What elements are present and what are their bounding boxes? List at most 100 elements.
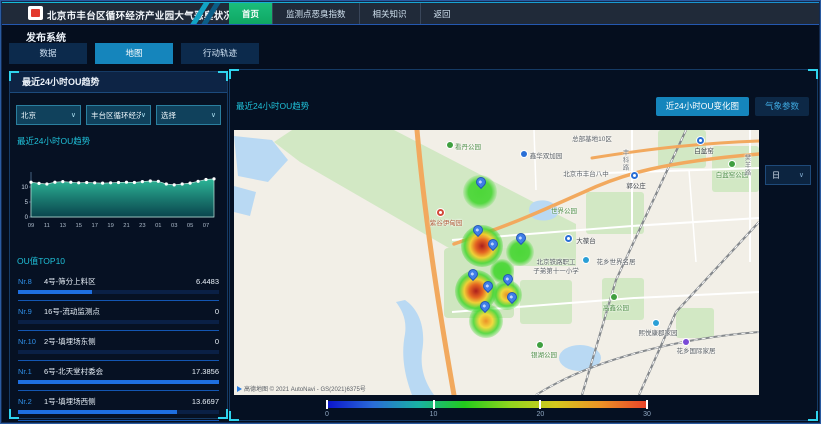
ou-value: 0 [215,307,219,316]
ou-list-item[interactable]: Nr.84号-筛分上料区6.4483 [18,271,219,301]
ou-item-row: Nr.16号-北天堂村委会17.3856 [18,366,219,377]
ou-progress-track [18,350,219,354]
ou-rank: Nr.2 [18,397,44,406]
ou-item-row: Nr.21号-填埋场西侧13.6697 [18,396,219,407]
publish-tab-map[interactable]: 地图 [95,43,173,64]
chevron-down-icon: ∨ [71,111,76,119]
scale-tick-label: 0 [325,411,329,418]
corner-accent [229,411,239,421]
amap-logo-icon [237,386,242,392]
scale-tick-label: 20 [537,411,545,418]
app-logo-icon [28,6,43,20]
ou-value: 17.3856 [192,367,219,376]
svg-text:23: 23 [139,223,145,229]
corner-accent [229,69,239,79]
ou-item-row: Nr.916号-流动监测点0 [18,306,219,317]
main-nav: 首页监测点恶臭指数相关知识返回 [229,3,464,24]
layer-select-value: 日 [772,170,799,181]
svg-text:11: 11 [44,223,50,229]
ou-change-map-button[interactable]: 近24小时OU变化图 [656,97,749,116]
ou-list-item[interactable]: Nr.916号-流动监测点0 [18,301,219,331]
ou-color-scale [327,401,647,408]
nav-tab-odor-index[interactable]: 监测点恶臭指数 [272,3,359,24]
nav-tab-knowledge[interactable]: 相关知识 [359,3,420,24]
map-base [234,130,759,395]
trend-chart: 0510091113151719212301030507 [15,169,223,233]
ou-list-item[interactable]: Nr.102号-填埋场东侧0 [18,331,219,361]
trend-chart-title: 最近24小时OU趋势 [17,135,227,147]
city-select-value: 北京 [21,110,71,121]
svg-text:05: 05 [187,223,193,229]
corner-accent [808,411,818,421]
ou-scale-tick-labels: 0102030 [327,411,647,421]
ou-list-item[interactable]: Nr.16号-北天堂村委会17.3856 [18,361,219,391]
park-select[interactable]: 丰台区循环经济产 ∨ [86,105,151,125]
nav-tab-home[interactable]: 首页 [229,3,272,24]
publish-system-label: 发布系统 [26,29,66,44]
svg-text:01: 01 [155,223,161,229]
scale-tick-label: 30 [643,411,651,418]
nav-tab-back[interactable]: 返回 [420,3,464,24]
ou-progress-fill [18,290,92,294]
map-canvas[interactable]: 看丹公园总部基地10区鑫华双加园北京市丰台八中郭公庄白盆窑白盆窑公园世界公园紫谷… [234,130,759,395]
svg-text:17: 17 [91,223,97,229]
publish-section: 发布系统 数据地图行动轨迹 [1,24,820,68]
svg-text:07: 07 [203,223,209,229]
site-select[interactable]: 选择 ∨ [156,105,221,125]
ou-progress-track [18,410,219,414]
ou-rank: Nr.10 [18,337,44,346]
ou-progress-track [18,290,219,294]
publish-tab-track[interactable]: 行动轨迹 [181,43,259,64]
ou-site-name: 6号-北天堂村委会 [44,366,192,377]
svg-text:19: 19 [107,223,113,229]
chevron-down-icon: ∨ [211,111,216,119]
scale-tick-mark [433,400,435,409]
svg-text:15: 15 [75,223,81,229]
map-attribution-text: 高德地图 © 2021 AutoNavi - GS(2021)6375号 [244,384,366,393]
scale-tick-label: 10 [430,411,438,418]
svg-text:03: 03 [171,223,177,229]
map-panel-title: 最近24小时OU趋势 [236,100,309,112]
scale-tick-mark [646,400,648,409]
site-select-value: 选择 [161,110,211,121]
map-attribution: 高德地图 © 2021 AutoNavi - GS(2021)6375号 [237,384,366,393]
left-panel-header: 最近24小时OU趋势 [10,72,227,93]
map-panel-buttons: 近24小时OU变化图气象参数 [656,97,809,116]
ou-value: 13.6697 [192,397,219,406]
ou-progress-fill [18,410,177,414]
ou-value: 6.4483 [196,277,219,286]
app-title: 北京市丰台区循环经济产业园大气恶臭状况实时 [47,8,253,22]
map-panel: 最近24小时OU趋势 近24小时OU变化图气象参数 [229,69,818,421]
ou-rank: Nr.8 [18,277,44,286]
ou-site-name: 4号-筛分上料区 [44,276,196,287]
svg-text:10: 10 [21,185,28,191]
park-select-value: 丰台区循环经济产 [91,110,141,121]
app-window: 北京市丰台区循环经济产业园大气恶臭状况实时 首页监测点恶臭指数相关知识返回 发布… [0,0,821,424]
ou-top-list: Nr.84号-筛分上料区6.4483Nr.916号-流动监测点0Nr.102号-… [10,271,227,421]
svg-text:21: 21 [123,223,129,229]
ou-progress-fill [18,380,219,384]
ou-value: 0 [215,337,219,346]
filter-row: 北京 ∨ 丰台区循环经济产 ∨ 选择 ∨ [16,105,221,125]
svg-text:13: 13 [60,223,66,229]
ou-top-title: OU值TOP10 [17,255,227,267]
ou-list-item[interactable]: Nr.21号-填埋场西侧13.6697 [18,391,219,421]
app-logo-glyph [31,9,40,17]
layer-select[interactable]: 日 ∨ [765,165,811,185]
ou-rank: Nr.9 [18,307,44,316]
weather-params-button[interactable]: 气象参数 [755,97,809,116]
city-select[interactable]: 北京 ∨ [16,105,81,125]
top-header: 北京市丰台区循环经济产业园大气恶臭状况实时 首页监测点恶臭指数相关知识返回 [1,1,820,25]
ou-item-row: Nr.84号-筛分上料区6.4483 [18,276,219,287]
chevron-down-icon: ∨ [141,111,146,119]
ou-item-row: Nr.102号-填埋场东侧0 [18,336,219,347]
svg-text:5: 5 [25,200,29,206]
ou-rank: Nr.1 [18,367,44,376]
ou-site-name: 16号-流动监测点 [44,306,215,317]
corner-accent [808,69,818,79]
ou-progress-track [18,380,219,384]
scale-tick-mark [539,400,541,409]
svg-text:0: 0 [25,215,29,221]
ou-site-name: 2号-填埋场东侧 [44,336,215,347]
publish-tab-data[interactable]: 数据 [9,43,87,64]
